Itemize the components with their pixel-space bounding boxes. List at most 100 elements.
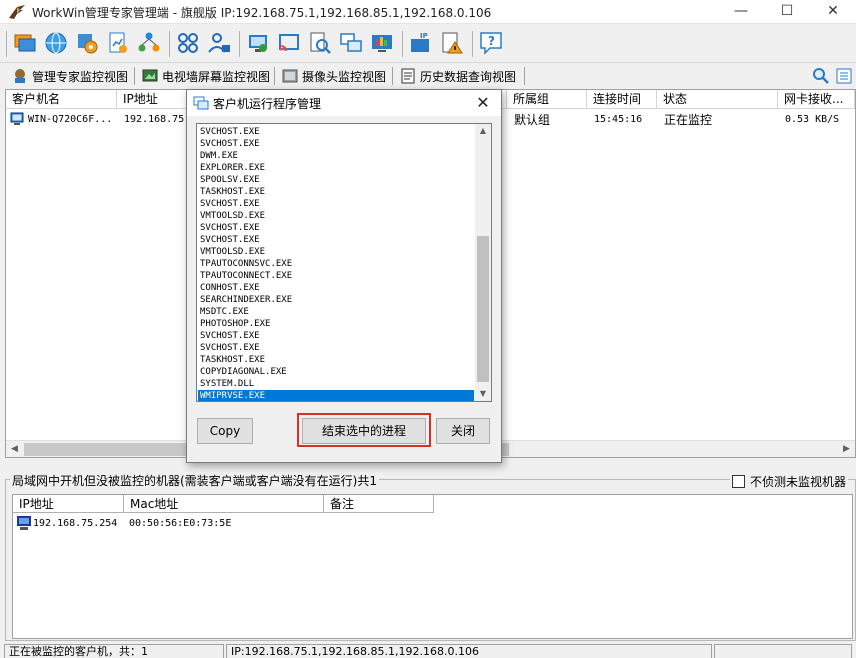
unmonitored-mac: 00:50:56:E0:73:5E — [129, 518, 232, 529]
column-header-note[interactable]: 备注 — [324, 495, 434, 513]
vertical-scrollbar[interactable]: ▲ ▼ — [475, 124, 491, 401]
tv-wall-icon — [142, 69, 158, 82]
checkbox-box[interactable] — [732, 475, 745, 488]
process-item[interactable]: VMTOOLSD.EXE — [198, 210, 474, 222]
search-doc-icon[interactable] — [307, 30, 335, 58]
scroll-down-icon[interactable]: ▼ — [475, 387, 491, 401]
close-dialog-button[interactable]: 关闭 — [436, 418, 490, 444]
column-header-connect-time[interactable]: 连接时间 — [587, 90, 657, 109]
tab-label: 历史数据查询视图 — [420, 69, 517, 84]
apps-icon[interactable] — [175, 30, 203, 58]
status-monitored-count: 正在被监控的客户机，共：1 — [4, 644, 224, 658]
remote-desktop-icon[interactable] — [245, 30, 273, 58]
tab-separator — [134, 67, 135, 85]
settings-icon[interactable] — [74, 30, 102, 58]
view-tabs: 管理专家监控视图 电视墙屏幕监控视图 摄像头监控视图 历史数据查询视图 — [0, 64, 856, 88]
toolbar-separator — [169, 31, 170, 57]
process-item[interactable]: SEARCHINDEXER.EXE — [198, 294, 474, 306]
no-detect-label: 不侦测未监视机器 — [750, 475, 847, 489]
column-header-ip[interactable]: IP地址 — [13, 495, 124, 513]
toolbar-separator — [239, 31, 240, 57]
maximize-button[interactable]: ☐ — [764, 0, 810, 24]
report-icon[interactable] — [105, 30, 133, 58]
eagle-logo-icon — [9, 5, 25, 19]
process-item[interactable]: SVCHOST.EXE — [198, 342, 474, 354]
scroll-up-icon[interactable]: ▲ — [475, 124, 491, 138]
process-item[interactable]: EXPLORER.EXE — [198, 162, 474, 174]
column-header-client-name[interactable]: 客户机名 — [6, 90, 117, 109]
client-status: 正在监控 — [664, 113, 713, 127]
status-panel-empty — [714, 644, 852, 658]
process-item[interactable]: SYSTEM.DLL — [198, 378, 474, 390]
tab-separator — [392, 67, 393, 85]
process-item[interactable]: SPOOLSV.EXE — [198, 174, 474, 186]
copy-button[interactable]: Copy — [197, 418, 253, 444]
process-item[interactable]: SVCHOST.EXE — [198, 126, 474, 138]
dialog-title-bar: 客户机运行程序管理 ✕ — [187, 90, 501, 116]
column-header-mac[interactable]: Mac地址 — [124, 495, 324, 513]
tab-history-view[interactable]: 历史数据查询视图 — [394, 66, 522, 86]
tab-label: 管理专家监控视图 — [32, 69, 129, 84]
tab-label: 电视墙屏幕监控视图 — [162, 69, 271, 84]
process-item[interactable]: SVCHOST.EXE — [198, 234, 474, 246]
windows-icon[interactable] — [338, 30, 366, 58]
process-item[interactable]: DWM.EXE — [198, 150, 474, 162]
process-manager-dialog: 客户机运行程序管理 ✕ SVCHOST.EXE SVCHOST.EXE DWM.EX… — [186, 89, 502, 463]
process-list[interactable]: SVCHOST.EXE SVCHOST.EXE DWM.EXE EXPLORER.EX… — [196, 123, 492, 402]
globe-icon[interactable] — [43, 30, 71, 58]
screen-record-icon[interactable] — [369, 30, 397, 58]
process-item[interactable]: VMTOOLSD.EXE — [198, 246, 474, 258]
dialog-title: 客户机运行程序管理 — [213, 97, 322, 111]
scrollbar-thumb[interactable] — [477, 236, 489, 382]
camera-icon — [282, 69, 298, 83]
minimize-button[interactable]: — — [718, 0, 764, 24]
status-ips: IP:192.168.75.1,192.168.85.1,192.168.0.1… — [226, 644, 712, 658]
status-bar: 正在被监控的客户机，共：1 IP:192.168.75.1,192.168.85… — [0, 643, 856, 658]
client-group: 默认组 — [514, 113, 551, 127]
svg-text:IP: IP — [420, 32, 428, 40]
process-item[interactable]: SVCHOST.EXE — [198, 222, 474, 234]
computer-icon — [17, 516, 31, 530]
table-row[interactable]: 192.168.75.254 00:50:56:E0:73:5E — [13, 514, 852, 532]
column-header-status[interactable]: 状态 — [657, 90, 778, 109]
close-button[interactable]: ✕ — [810, 0, 856, 24]
process-item[interactable]: PHOTOSHOP.EXE — [198, 318, 474, 330]
unmonitored-table: IP地址 Mac地址 备注 192.168.75.254 00:50:56:E0… — [12, 494, 853, 639]
scroll-right-icon[interactable]: ▶ — [838, 441, 855, 458]
monitor-tree-icon — [15, 69, 25, 83]
no-detect-checkbox[interactable]: 不侦测未监视机器 — [730, 473, 849, 490]
process-item[interactable]: SVCHOST.EXE — [198, 198, 474, 210]
tab-label: 摄像头监控视图 — [302, 69, 387, 84]
network-users-icon[interactable] — [136, 30, 164, 58]
windows-app-icon — [193, 96, 209, 110]
process-item[interactable]: TPAUTOCONNECT.EXE — [198, 270, 474, 282]
process-item[interactable]: COPYDIAGONAL.EXE — [198, 366, 474, 378]
column-header-group[interactable]: 所属组 — [507, 90, 587, 109]
process-item[interactable]: CONHOST.EXE — [198, 282, 474, 294]
user-lock-icon[interactable] — [206, 30, 234, 58]
dialog-close-button[interactable]: ✕ — [469, 92, 497, 114]
tab-separator — [524, 67, 525, 85]
process-item[interactable]: TASKHOST.EXE — [198, 186, 474, 198]
process-item[interactable]: SVCHOST.EXE — [198, 330, 474, 342]
column-header-nic-rx[interactable]: 网卡接收... — [778, 90, 855, 109]
screens-icon[interactable] — [12, 30, 40, 58]
history-icon — [401, 68, 415, 84]
list-view-icon[interactable] — [835, 67, 853, 85]
client-name: WIN-Q720C6F... — [28, 114, 113, 125]
help-icon[interactable]: ? — [478, 30, 506, 58]
process-item[interactable]: MSDTC.EXE — [198, 306, 474, 318]
alert-icon[interactable] — [439, 30, 467, 58]
cast-icon[interactable] — [276, 30, 304, 58]
ip-icon[interactable]: IP — [408, 30, 436, 58]
scroll-left-icon[interactable]: ◀ — [6, 441, 23, 458]
search-icon[interactable] — [812, 67, 830, 85]
tab-expert-monitor-view[interactable]: 管理专家监控视图 — [6, 66, 134, 86]
process-item[interactable]: WMIPRVSE.EXE — [198, 390, 474, 401]
process-item[interactable]: SVCHOST.EXE — [198, 138, 474, 150]
toolbar: IP ? — [0, 25, 856, 63]
process-item[interactable]: TPAUTOCONNSVC.EXE — [198, 258, 474, 270]
tab-tv-wall-view[interactable]: 电视墙屏幕监控视图 — [136, 66, 276, 86]
process-item[interactable]: TASKHOST.EXE — [198, 354, 474, 366]
tab-camera-view[interactable]: 摄像头监控视图 — [276, 66, 392, 86]
